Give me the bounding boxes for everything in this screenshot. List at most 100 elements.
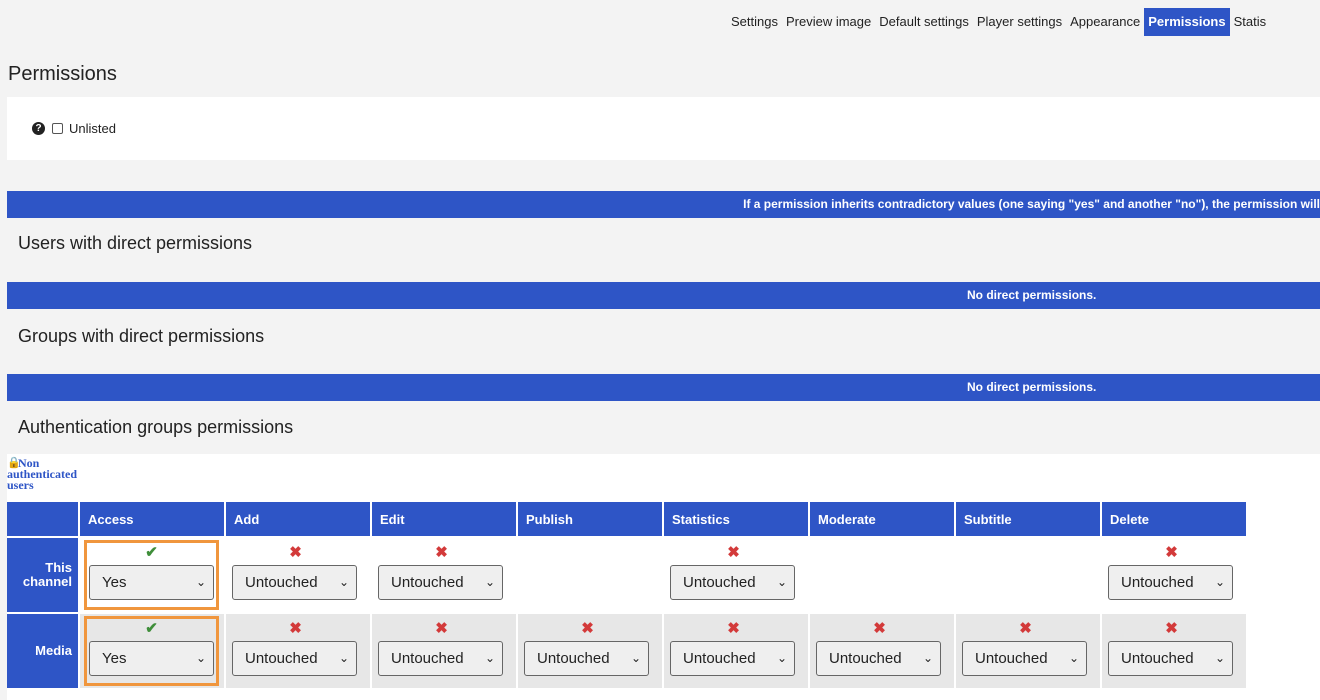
group-link-line3: users [7,478,34,492]
auth-panel: 🔒 Non authenticated users Access Add Edi… [7,454,1320,700]
tab-default-settings[interactable]: Default settings [875,8,973,36]
users-section-title: Users with direct permissions [18,233,253,253]
groups-section-title: Groups with direct permissions [18,326,265,346]
permission-cell-delete: ✖ Untouched ⌄ [1101,612,1248,688]
permission-control: ✖ Untouched ⌄ [232,543,359,611]
select-value: Untouched [537,649,610,667]
users-empty-text: No direct permissions. [967,288,1097,302]
select-value: Untouched [683,573,756,591]
corner-header [7,500,80,537]
permission-cell-edit: ✖ Untouched ⌄ [371,536,518,613]
permission-select-edit[interactable]: Untouched ⌄ [378,640,503,676]
permission-control: ✖ Untouched ⌄ [670,619,797,687]
cross-icon: ✖ [289,543,302,561]
tab-settings[interactable]: Settings [727,8,782,36]
chevron-down-icon: ⌄ [338,574,349,589]
select-value: Untouched [829,649,902,667]
non-authenticated-users-link[interactable]: 🔒 Non authenticated users [7,457,107,492]
permission-select-add[interactable]: Untouched ⌄ [232,640,357,676]
permission-control: ✖ Untouched ⌄ [962,619,1089,687]
chevron-down-icon: ⌄ [195,651,206,665]
select-value: Yes [102,574,127,591]
permission-select-edit[interactable]: Untouched ⌄ [378,564,503,600]
tab-bar: Settings Preview image Default settings … [727,8,1270,36]
checkmark-icon: ✔ [145,544,158,561]
select-value: Untouched [391,573,464,591]
cross-icon: ✖ [1165,619,1178,637]
col-header-subtitle: Subtitle [955,500,1102,537]
select-value: Untouched [391,649,464,667]
cross-icon: ✖ [1165,543,1178,561]
tab-player-settings[interactable]: Player settings [973,8,1066,36]
select-value: Untouched [245,573,318,591]
permission-select-access[interactable]: Yes ⌄ [89,565,214,600]
permission-control: ✖ Untouched ⌄ [378,543,505,611]
permission-select-delete[interactable]: Untouched ⌄ [1108,640,1233,676]
page-title: Permissions [8,63,117,85]
permission-control: ✔ Yes ⌄ [84,540,219,610]
col-header-moderate: Moderate [809,500,956,537]
cross-icon: ✖ [727,543,740,561]
permission-control: ✖ Untouched ⌄ [1108,619,1235,687]
info-banner: If a permission inherits contradictory v… [7,191,1320,218]
permission-select-publish[interactable]: Untouched ⌄ [524,640,649,676]
unlisted-label[interactable]: Unlisted [69,121,116,136]
unlisted-checkbox[interactable] [52,123,63,134]
chevron-down-icon: ⌄ [776,574,787,589]
permission-cell-subtitle [955,536,1102,613]
checkmark-icon: ✔ [145,620,158,637]
permission-control: ✖ Untouched ⌄ [1108,543,1235,611]
permission-cell-statistics: ✖ Untouched ⌄ [663,536,810,613]
cross-icon: ✖ [581,619,594,637]
table-row: This channel ✔ Yes ⌄ ✖ Untouched ⌄ ✖ Untouched ⌄ ✖ U… [7,536,1248,613]
tab-appearance[interactable]: Appearance [1066,8,1144,36]
permission-select-access[interactable]: Yes ⌄ [89,641,214,676]
cross-icon: ✖ [435,543,448,561]
cross-icon: ✖ [873,619,886,637]
permission-cell-statistics: ✖ Untouched ⌄ [663,612,810,688]
users-empty-banner: No direct permissions. [7,282,1320,309]
permission-select-delete[interactable]: Untouched ⌄ [1108,564,1233,600]
select-value: Untouched [683,649,756,667]
permission-cell-edit: ✖ Untouched ⌄ [371,612,518,688]
permission-control: ✔ Yes ⌄ [84,616,219,686]
question-circle-icon[interactable]: ? [32,122,45,135]
row-label-line2: channel [22,574,72,589]
unlisted-card: ? Unlisted [7,97,1320,160]
table-header-row: Access Add Edit Publish Statistics Moder… [7,500,1248,537]
permission-cell-moderate: ✖ Untouched ⌄ [809,612,956,688]
permission-select-subtitle[interactable]: Untouched ⌄ [962,640,1087,676]
permission-cell-delete: ✖ Untouched ⌄ [1101,536,1248,613]
col-header-publish: Publish [517,500,664,537]
cross-icon: ✖ [435,619,448,637]
permission-cell-publish [517,536,664,613]
permission-cell-access: ✔ Yes ⌄ [79,536,226,613]
chevron-down-icon: ⌄ [195,575,206,589]
chevron-down-icon: ⌄ [338,650,349,665]
tab-permissions[interactable]: Permissions [1144,8,1230,36]
permission-select-add[interactable]: Untouched ⌄ [232,564,357,600]
permission-cell-moderate [809,536,956,613]
chevron-down-icon: ⌄ [922,650,933,665]
cross-icon: ✖ [727,619,740,637]
row-label-line1: This [45,560,72,575]
col-header-delete: Delete [1101,500,1248,537]
permissions-table: Access Add Edit Publish Statistics Moder… [7,500,1248,688]
permission-cell-add: ✖ Untouched ⌄ [225,612,372,688]
col-header-access: Access [79,500,226,537]
chevron-down-icon: ⌄ [484,650,495,665]
groups-empty-banner: No direct permissions. [7,374,1320,401]
table-row: Media ✔ Yes ⌄ ✖ Untouched ⌄ ✖ Untouched ⌄ ✖ Untouch… [7,612,1248,688]
permission-select-statistics[interactable]: Untouched ⌄ [670,640,795,676]
unlisted-row: ? Unlisted [32,121,116,136]
select-value: Untouched [245,649,318,667]
select-value: Yes [102,650,127,667]
permission-cell-add: ✖ Untouched ⌄ [225,536,372,613]
col-header-add: Add [225,500,372,537]
chevron-down-icon: ⌄ [630,650,641,665]
tab-statistics[interactable]: Statis [1230,8,1271,36]
permission-select-statistics[interactable]: Untouched ⌄ [670,564,795,600]
lock-icon: 🔒 [7,457,21,469]
tab-preview-image[interactable]: Preview image [782,8,875,36]
permission-select-moderate[interactable]: Untouched ⌄ [816,640,941,676]
